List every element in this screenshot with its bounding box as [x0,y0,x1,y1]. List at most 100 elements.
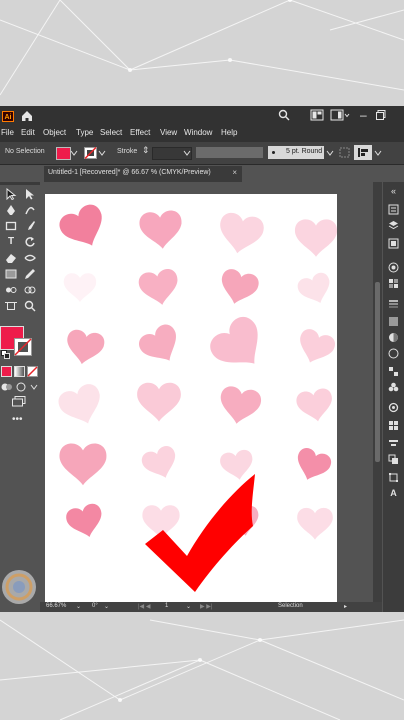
transform-icon[interactable] [388,472,399,483]
heart-shape[interactable] [205,312,274,381]
draw-mode-icon[interactable] [1,382,13,392]
rotate-tool-icon[interactable] [24,236,36,248]
minimize-icon[interactable]: – [360,109,367,121]
rotation-value[interactable]: 0° [92,603,98,609]
heart-shape[interactable] [137,382,181,422]
first-artboard-icon[interactable]: |◀ ◀ [138,603,150,610]
chevron-down-icon[interactable] [29,382,39,392]
chevron-down-icon[interactable]: ⌄ [76,603,81,610]
pathfinder-icon[interactable] [388,454,399,465]
type-tool-icon[interactable]: T [5,236,17,248]
gradient-panel-icon[interactable] [388,316,399,327]
chevron-down-icon[interactable]: ⌄ [104,603,109,610]
curvature-tool-icon[interactable] [24,204,36,216]
gradient-mode-button[interactable] [14,366,25,377]
eraser-tool-icon[interactable] [5,252,17,264]
inside-draw-icon[interactable] [15,382,27,392]
blend-tool-icon[interactable] [5,284,17,296]
menu-object[interactable]: Object [43,128,66,137]
search-icon[interactable] [278,109,290,121]
canvas-area[interactable] [40,182,382,602]
chevron-down-icon[interactable] [374,149,382,157]
brush-definition-dropdown[interactable]: 5 pt. Round [268,146,324,159]
arrange-documents-icon[interactable] [310,109,324,121]
fill-swatch[interactable] [56,147,71,160]
more-tools-icon[interactable]: ••• [12,414,23,425]
heart-shape[interactable] [139,210,184,251]
paintbrush-tool-icon[interactable] [24,220,36,232]
heart-shape[interactable] [295,219,337,257]
gradient-tool-icon[interactable] [5,268,17,280]
heart-shape[interactable] [295,270,335,308]
heart-shape[interactable] [135,321,186,370]
heart-shape[interactable] [291,446,333,486]
libraries-icon[interactable] [388,238,399,249]
menu-file[interactable]: File [1,128,14,137]
stroke-color-box[interactable] [14,338,32,356]
heart-shape[interactable] [297,507,333,540]
artboard[interactable] [45,194,337,602]
heart-shape[interactable] [216,267,261,309]
menu-type[interactable]: Type [76,128,93,137]
shape-builder-tool-icon[interactable] [24,284,36,296]
heart-shape[interactable] [63,273,97,302]
default-colors-icon[interactable] [1,350,10,359]
tab-document[interactable]: Untitled-1 [Recovered]* @ 66.67 % (CMYK/… [44,166,242,182]
home-icon[interactable] [20,109,34,123]
heart-shape[interactable] [216,211,266,257]
heart-shape[interactable] [295,387,336,424]
menu-window[interactable]: Window [184,128,212,137]
close-tab-icon[interactable]: × [232,168,237,177]
zoom-tool-icon[interactable] [24,300,36,312]
collapse-panels-icon[interactable]: « [388,186,399,197]
restore-icon[interactable] [375,109,387,121]
heart-shape[interactable] [219,449,256,483]
artboard-tool-icon[interactable] [5,300,17,312]
width-tool-icon[interactable] [24,252,36,264]
stroke-stepper-icon[interactable]: ⇕ [142,145,150,156]
heart-shape[interactable] [56,381,108,431]
color-guide-icon[interactable] [388,278,399,289]
direct-selection-tool-icon[interactable] [24,188,36,200]
menu-effect[interactable]: Effect [130,128,150,137]
status-menu-icon[interactable]: ▸ [344,603,347,610]
menu-view[interactable]: View [160,128,177,137]
chevron-down-icon[interactable] [183,149,191,157]
align-button[interactable] [354,145,372,160]
heart-shape[interactable] [137,267,181,308]
heart-shape[interactable] [293,327,337,369]
stroke-swatch[interactable] [84,147,97,159]
align-panel-icon[interactable] [388,438,399,449]
color-icon[interactable] [388,262,399,273]
chevron-down-icon[interactable] [326,149,334,157]
vertical-scrollbar[interactable] [373,182,382,602]
stroke-panel-icon[interactable] [388,298,399,309]
screen-mode-icon[interactable] [12,396,26,407]
heart-shape[interactable] [64,502,107,542]
variable-width-profile[interactable] [196,147,263,158]
heart-shape[interactable] [63,328,105,367]
recolor-artwork-icon[interactable] [339,147,350,158]
none-mode-button[interactable] [27,366,38,377]
color-mode-button[interactable] [1,366,12,377]
graphic-styles-icon[interactable] [388,366,399,377]
appearance-icon[interactable] [388,348,399,359]
properties-icon[interactable] [388,204,399,215]
character-icon[interactable]: A [388,488,399,499]
swatches-icon[interactable] [388,420,399,431]
brushes-icon[interactable] [388,402,399,413]
symbols-icon[interactable] [388,382,399,393]
menu-edit[interactable]: Edit [21,128,35,137]
chevron-down-icon[interactable]: ⌄ [186,603,191,610]
workspace-switcher-icon[interactable] [330,109,350,121]
artboard-number[interactable]: 1 [165,603,168,609]
chevron-down-icon[interactable] [98,149,106,157]
next-artboard-icon[interactable]: ▶ ▶| [200,603,212,610]
heart-shape[interactable] [59,443,107,486]
heart-shape[interactable] [56,201,112,255]
menu-select[interactable]: Select [100,128,122,137]
heart-shape[interactable] [217,385,263,427]
selection-tool-icon[interactable] [5,188,17,200]
menu-help[interactable]: Help [221,128,237,137]
heart-shape[interactable] [139,444,181,484]
